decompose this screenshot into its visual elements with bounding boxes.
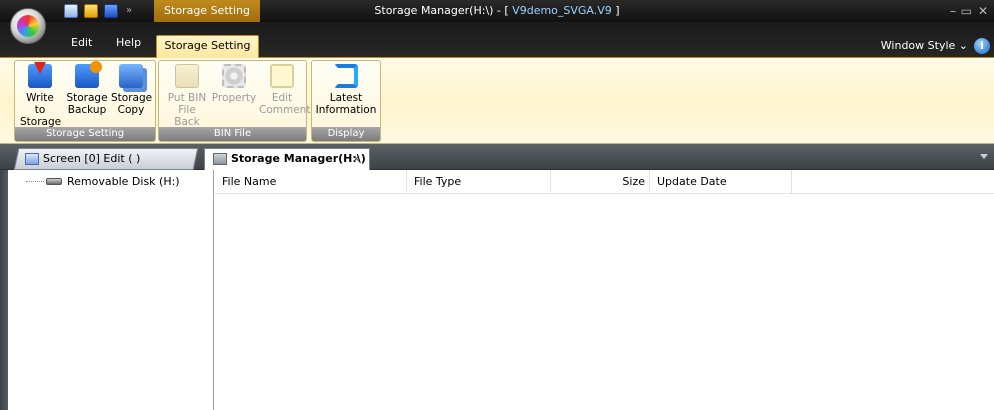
group-label: Display (312, 127, 380, 141)
column-header-file-type[interactable]: File Type (407, 170, 551, 194)
qat-more-icon[interactable]: » (124, 4, 134, 18)
refresh-icon (334, 64, 358, 88)
tree-node-removable-disk[interactable]: Removable Disk (H:) (26, 175, 180, 188)
new-file-icon[interactable] (64, 4, 78, 18)
property-button[interactable]: Property (211, 64, 257, 104)
column-header-file-name[interactable]: File Name (215, 170, 407, 194)
tab-label: Storage Manager(H:\) (231, 152, 366, 165)
column-header-update-date[interactable]: Update Date (650, 170, 792, 194)
group-display: Latest Information Display (311, 60, 381, 142)
group-label: BIN File (159, 127, 306, 141)
button-label-line2: Information (315, 104, 377, 116)
tab-help[interactable]: Help (116, 34, 141, 54)
storage-backup-button[interactable]: Storage Backup (65, 61, 109, 116)
context-tab-storage-setting: Storage Setting (154, 0, 260, 22)
storage-manager-icon (213, 153, 227, 165)
tree-connector (26, 181, 44, 182)
window-title: Storage Manager(H:\) - [ V9demo_SVGA.V9 … (0, 0, 994, 22)
button-label-line2: File Back (174, 104, 200, 128)
help-info-icon[interactable]: i (974, 38, 990, 54)
screen-edit-icon (25, 153, 39, 165)
tab-storage-setting[interactable]: Storage Setting (156, 35, 259, 58)
tab-list-dropdown-icon[interactable] (980, 154, 988, 159)
storage-copy-icon (119, 64, 143, 88)
button-label-line1: Put BIN (167, 92, 207, 104)
file-list[interactable]: File Name File Type Size Update Date (215, 170, 994, 410)
group-bin-file: Put BIN File Back Property Edit Comment … (158, 60, 311, 142)
window-title-suffix: ] (615, 4, 620, 17)
chevron-down-icon: ⌄ (958, 39, 968, 52)
storage-backup-icon (75, 61, 102, 88)
ribbon-tab-row: Edit Help (0, 22, 994, 57)
tab-edit[interactable]: Edit (71, 34, 92, 54)
removable-disk-icon (46, 178, 62, 185)
button-label-line1: Latest (329, 92, 363, 104)
button-label-line1: Write to (26, 92, 54, 116)
left-dock-strip (0, 170, 8, 410)
tab-label: Screen [0] Edit ( ) (43, 152, 141, 165)
gear-icon (222, 64, 246, 88)
ribbon: Write to Storage Storage Backup Storage … (0, 57, 994, 144)
comment-icon (270, 64, 294, 88)
storage-copy-button[interactable]: Storage Copy (111, 64, 153, 116)
button-label-line1: Property (211, 92, 257, 104)
button-label-line2: Copy (117, 104, 145, 116)
folder-tree[interactable]: Removable Disk (H:) (8, 170, 214, 410)
group-storage-setting: Write to Storage Storage Backup Storage … (14, 60, 156, 142)
tab-storage-manager[interactable]: Storage Manager(H:\) × (204, 148, 370, 170)
minimize-icon[interactable]: – (950, 4, 956, 18)
application-menu-button[interactable] (10, 8, 46, 44)
tab-screen-edit[interactable]: Screen [0] Edit ( ) (13, 148, 199, 170)
latest-information-button[interactable]: Latest Information (315, 64, 377, 116)
button-label-line2: Backup (67, 104, 107, 116)
tree-node-label: Removable Disk (H:) (67, 175, 180, 188)
quick-access-toolbar: » (64, 4, 134, 18)
document-tab-bar: Screen [0] Edit ( ) Storage Manager(H:\)… (0, 144, 994, 170)
button-label-line1: Storage (66, 92, 108, 104)
app-logo-icon (17, 15, 39, 37)
window-style-menu[interactable]: Window Style ⌄ (881, 39, 968, 52)
window-title-prefix: Storage Manager(H:\) - [ (374, 4, 509, 17)
close-tab-icon[interactable]: × (352, 149, 361, 169)
close-icon[interactable]: ✕ (978, 4, 988, 18)
open-folder-icon[interactable] (84, 4, 98, 18)
button-label-line2: Comment (259, 104, 311, 116)
write-to-storage-icon (28, 62, 52, 88)
column-header-size[interactable]: Size (551, 170, 650, 194)
window-style-label: Window Style (880, 39, 956, 52)
button-label-line1: Edit (271, 92, 293, 104)
put-bin-file-back-button[interactable]: Put BIN File Back (165, 64, 209, 128)
group-label: Storage Setting (15, 127, 155, 141)
edit-comment-button[interactable]: Edit Comment (259, 64, 311, 116)
restore-icon[interactable]: ▭ (961, 4, 972, 18)
window-title-document: V9demo_SVGA.V9 (508, 4, 616, 17)
file-list-header: File Name File Type Size Update Date (215, 170, 994, 194)
save-icon[interactable] (104, 4, 118, 18)
button-label-line1: Storage (111, 92, 153, 104)
folder-icon (175, 64, 199, 88)
write-to-storage-button[interactable]: Write to Storage (20, 62, 61, 128)
